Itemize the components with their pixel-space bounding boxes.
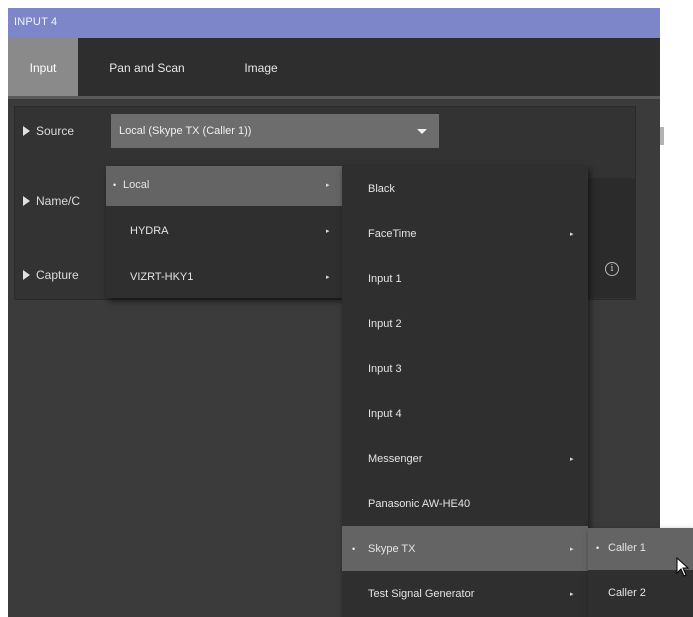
bullet-icon: • [113,180,117,190]
menu-item-input-3[interactable]: Input 3 [342,346,588,391]
menu-item-label: Input 1 [368,273,402,285]
source-expander[interactable]: Source [23,124,74,138]
menu-item-input-4[interactable]: Input 4 [342,391,588,436]
title-bar[interactable]: INPUT 4 [8,8,660,38]
menu-item-label: Local [123,179,150,191]
menu-item-local[interactable]: • Local ▸ [106,166,342,206]
source-dropdown[interactable]: Local (Skype TX (Caller 1)) [111,114,439,148]
menu-item-hydra[interactable]: HYDRA ▸ [106,212,342,252]
tab-underline [8,96,660,99]
source-menu-level2: Black FaceTime ▸ Input 1 Input 2 Input 3… [342,166,588,617]
menu-item-caller-2[interactable]: Caller 2 [588,572,693,617]
expand-triangle-icon [23,270,30,280]
tab-image[interactable]: Image [226,38,296,98]
submenu-arrow-icon: ▸ [326,228,330,235]
menu-item-black[interactable]: Black [342,166,588,211]
bullet-icon: • [596,543,600,553]
menu-item-label: Test Signal Generator [368,588,475,600]
menu-item-label: Messenger [368,453,423,465]
menu-item-label: Input 2 [368,318,402,330]
name-expander[interactable]: Name/C [23,194,80,208]
menu-item-label: Caller 1 [608,542,646,554]
tab-input[interactable]: Input [8,38,78,98]
expand-triangle-icon [23,126,30,136]
source-menu-level1: • Local ▸ HYDRA ▸ VIZRT-HKY1 ▸ [106,166,342,298]
name-label: Name/C [36,194,81,208]
submenu-arrow-icon: ▸ [570,546,574,553]
capture-label: Capture [36,268,79,282]
expand-triangle-icon [23,196,30,206]
tab-pan-and-scan[interactable]: Pan and Scan [92,38,202,98]
submenu-arrow-icon: ▸ [326,182,330,189]
menu-item-label: Skype TX [368,543,416,555]
mouse-cursor-icon [676,557,690,577]
menu-item-label: Panasonic AW-HE40 [368,498,471,510]
submenu-arrow-icon: ▸ [570,456,574,463]
capture-expander[interactable]: Capture [23,268,79,282]
menu-item-label: Black [368,183,395,195]
menu-item-panasonic-aw-he40[interactable]: Panasonic AW-HE40 [342,481,588,526]
tab-bar: Input Pan and Scan Image [8,38,660,98]
menu-item-messenger[interactable]: Messenger ▸ [342,436,588,481]
menu-item-label: Input 4 [368,408,402,420]
source-row: Source Local (Skype TX (Caller 1)) [15,107,635,153]
submenu-arrow-icon: ▸ [570,591,574,598]
source-value: Local (Skype TX (Caller 1)) [119,125,252,137]
menu-item-input-1[interactable]: Input 1 [342,256,588,301]
menu-item-label: Input 3 [368,363,402,375]
menu-item-facetime[interactable]: FaceTime ▸ [342,211,588,256]
edge-handle [660,127,664,145]
menu-item-test-signal-generator[interactable]: Test Signal Generator ▸ [342,571,588,617]
submenu-arrow-icon: ▸ [570,231,574,238]
source-label: Source [36,124,75,138]
menu-item-vizrt-hky1[interactable]: VIZRT-HKY1 ▸ [106,258,342,298]
menu-item-label: HYDRA [130,225,169,237]
menu-item-input-2[interactable]: Input 2 [342,301,588,346]
menu-item-label: Caller 2 [608,587,646,599]
menu-item-label: FaceTime [368,228,417,240]
window-title: INPUT 4 [14,16,58,28]
right-column [585,178,635,298]
submenu-arrow-icon: ▸ [326,274,330,281]
menu-item-skype-tx[interactable]: • Skype TX ▸ [342,526,588,571]
bullet-icon: • [352,544,356,554]
chevron-down-icon [417,129,427,134]
info-icon[interactable]: i [605,262,619,276]
menu-item-label: VIZRT-HKY1 [130,271,194,283]
